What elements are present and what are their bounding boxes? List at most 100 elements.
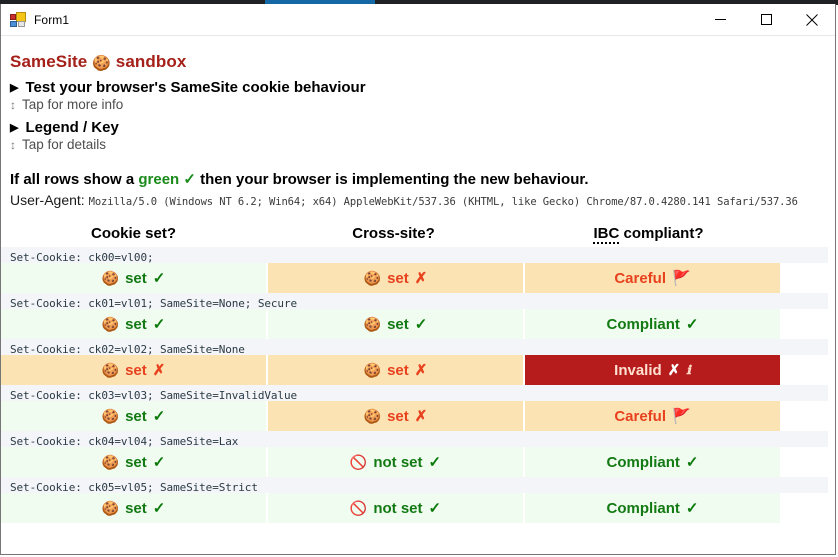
table-column-headers: Cookie set? Cross-site? IBC compliant?: [1, 220, 835, 247]
abbr-ibc: IBC: [593, 225, 620, 244]
triangle-right-icon: ▶: [10, 82, 19, 94]
result-cell: 🍪 set ✗: [268, 263, 523, 293]
check-icon: ✓: [152, 454, 166, 471]
result-label: not set: [373, 499, 423, 517]
summary-post: then your browser is implementing the ne…: [195, 171, 589, 188]
cookie-icon: 🍪: [363, 408, 382, 424]
column-header-cookie-set: Cookie set?: [90, 225, 177, 242]
table-row: 🍪 set ✓ 🚫 not set ✓ Compliant ✓: [1, 447, 835, 477]
summary-pre: If all rows show a: [10, 171, 139, 188]
result-cell: 🚫 not set ✓: [268, 447, 523, 477]
cross-icon: ✗: [414, 408, 428, 425]
result-label: set: [125, 499, 147, 517]
minimize-icon[interactable]: [697, 4, 743, 35]
check-icon: ✓: [428, 500, 442, 517]
result-cell: Compliant ✓: [525, 493, 780, 523]
result-cell: Careful 🚩: [525, 263, 780, 293]
result-cell: Invalid ✗ ℹ: [525, 355, 780, 385]
table-rows: Set-Cookie: ck00=vl00; 🍪 set ✓ 🍪 set ✗ Careful 🚩…: [1, 247, 835, 523]
tap-hint-label: Tap for more info: [22, 97, 124, 112]
result-label: set: [125, 407, 147, 425]
cookie-icon: 🍪: [363, 270, 382, 286]
check-icon: ✓: [183, 171, 196, 188]
tap-hint-more-info[interactable]: ↕ Tap for more info: [10, 97, 835, 112]
cross-icon: ✗: [414, 362, 428, 379]
table-row: 🍪 set ✓ 🍪 set ✗ Careful 🚩: [1, 263, 835, 293]
up-down-arrow-icon: ↕: [10, 137, 16, 152]
title-bar: Form1: [1, 4, 835, 36]
result-label: set: [387, 361, 409, 379]
window-controls: [697, 4, 835, 35]
disclosure-label: Legend / Key: [25, 119, 119, 136]
result-label: Invalid: [614, 361, 662, 379]
result-label: set: [125, 269, 147, 287]
set-cookie-header: Set-Cookie: ck04=vl04; SameSite=Lax: [1, 431, 828, 448]
cross-icon: ✗: [414, 270, 428, 287]
set-cookie-header: Set-Cookie: ck01=vl01; SameSite=None; Se…: [1, 293, 828, 310]
user-agent-line: User-Agent: Mozilla/5.0 (Windows NT 6.2;…: [10, 192, 835, 208]
result-cell: Careful 🚩: [525, 401, 780, 431]
check-icon: ✓: [152, 316, 166, 333]
result-cell: 🍪 set ✓: [1, 447, 266, 477]
result-label: Careful: [614, 407, 666, 425]
user-agent-label: User-Agent:: [10, 192, 85, 208]
check-icon: ✓: [152, 408, 166, 425]
summary-green-word: green: [138, 171, 180, 188]
result-cell: Compliant ✓: [525, 309, 780, 339]
cookie-icon: 🍪: [363, 362, 382, 378]
check-icon: ✓: [685, 500, 699, 517]
check-icon: ✓: [152, 500, 166, 517]
result-label: Compliant: [606, 453, 680, 471]
result-cell: 🍪 set ✓: [1, 263, 266, 293]
result-cell: 🍪 set ✓: [268, 309, 523, 339]
result-label: Compliant: [606, 499, 680, 517]
result-cell: 🍪 set ✓: [1, 493, 266, 523]
result-label: set: [387, 315, 409, 333]
result-label: not set: [373, 453, 423, 471]
cookie-icon: 🍪: [101, 270, 120, 286]
cross-icon: ✗: [667, 362, 681, 379]
results-table: Cookie set? Cross-site? IBC compliant? S…: [1, 220, 835, 523]
cross-icon: ✗: [152, 362, 166, 379]
table-row: 🍪 set ✓ 🚫 not set ✓ Compliant ✓: [1, 493, 835, 523]
brand-prefix: SameSite: [10, 52, 88, 71]
cookie-icon: 🍪: [101, 454, 120, 470]
set-cookie-header: Set-Cookie: ck00=vl00;: [1, 247, 828, 264]
table-row: 🍪 set ✓ 🍪 set ✗ Careful 🚩: [1, 401, 835, 431]
result-label: set: [387, 269, 409, 287]
prohibition-icon: 🚫: [349, 500, 368, 516]
tap-hint-details[interactable]: ↕ Tap for details: [10, 137, 835, 152]
result-cell: 🍪 set ✗: [268, 355, 523, 385]
cookie-icon: 🍪: [363, 316, 382, 332]
disclosure-test-behaviour[interactable]: ▶ Test your browser's SameSite cookie be…: [10, 79, 835, 96]
result-label: set: [387, 407, 409, 425]
summary-sentence: If all rows show a green ✓ then your bro…: [10, 170, 835, 188]
windows-form-icon: [10, 11, 26, 28]
cookie-icon: 🍪: [101, 316, 120, 332]
flag-icon: 🚩: [672, 270, 691, 287]
result-label: set: [125, 315, 147, 333]
cookie-icon: 🍪: [92, 55, 111, 72]
result-cell: 🍪 set ✗: [268, 401, 523, 431]
prohibition-icon: 🚫: [349, 454, 368, 470]
close-icon[interactable]: [789, 4, 835, 35]
triangle-right-icon: ▶: [10, 122, 19, 134]
result-label: set: [125, 361, 147, 379]
result-cell: 🚫 not set ✓: [268, 493, 523, 523]
page-title: SameSite 🍪 sandbox: [10, 52, 835, 72]
result-label: set: [125, 453, 147, 471]
maximize-icon[interactable]: [743, 4, 789, 35]
result-cell: 🍪 set ✓: [1, 401, 266, 431]
up-down-arrow-icon: ↕: [10, 97, 16, 112]
info-icon[interactable]: ℹ: [686, 363, 691, 377]
check-icon: ✓: [685, 454, 699, 471]
disclosure-legend-key[interactable]: ▶ Legend / Key: [10, 119, 835, 136]
tap-hint-label: Tap for details: [22, 137, 107, 152]
cookie-icon: 🍪: [101, 408, 120, 424]
set-cookie-header: Set-Cookie: ck05=vl05; SameSite=Strict: [1, 477, 828, 494]
result-cell: 🍪 set ✓: [1, 309, 266, 339]
cookie-icon: 🍪: [101, 500, 120, 516]
table-row: 🍪 set ✗ 🍪 set ✗ Invalid ✗ ℹ: [1, 355, 835, 385]
set-cookie-header: Set-Cookie: ck03=vl03; SameSite=InvalidV…: [1, 385, 828, 402]
check-icon: ✓: [685, 316, 699, 333]
